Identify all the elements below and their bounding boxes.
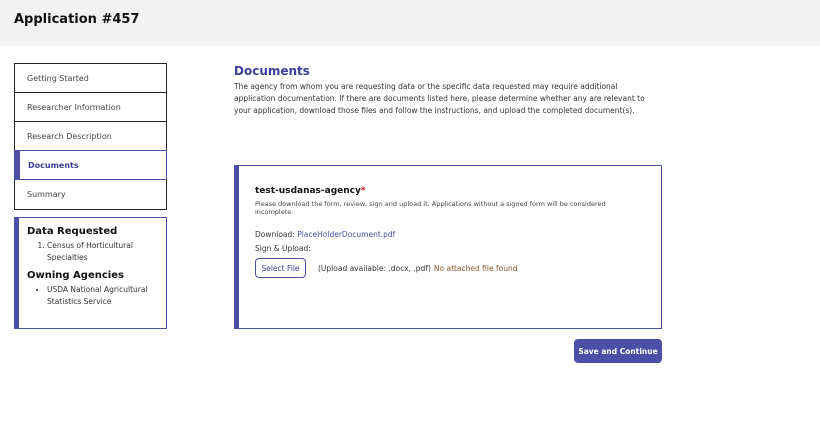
upload-row: Select File (Upload available: .docx, .p…: [255, 258, 645, 278]
documents-section: Documents The agency from whom you are r…: [234, 64, 664, 117]
required-mark: *: [360, 186, 366, 196]
nav-item-research-description[interactable]: Research Description: [15, 122, 166, 151]
data-requested-heading: Data Requested: [27, 226, 118, 237]
page-header: Application #457: [0, 0, 820, 46]
nav-item-researcher-information[interactable]: Researcher Information: [15, 93, 166, 122]
document-instructions: Please download the form, review, sign a…: [255, 200, 606, 216]
nav-item-summary[interactable]: Summary: [15, 180, 166, 209]
section-description: The agency from whom you are requesting …: [234, 82, 645, 115]
request-info-panel: Data Requested Census of Horticultural S…: [14, 217, 167, 329]
data-requested-item: Census of Horticultural Specialties: [47, 240, 158, 264]
page-title: Application #457: [14, 12, 140, 27]
save-and-continue-button[interactable]: Save and Continue: [574, 339, 662, 363]
owning-agencies-list: USDA National Agricultural Statistics Se…: [47, 284, 158, 308]
download-row: Download: PlaceHolderDocument.pdf: [255, 230, 645, 239]
select-file-button[interactable]: Select File: [255, 258, 306, 278]
document-card: test-usdanas-agency* Please download the…: [234, 165, 662, 329]
sign-upload-label: Sign & Upload:: [255, 244, 311, 253]
agency-name: test-usdanas-agency*: [255, 186, 645, 196]
file-status: No attached file found: [433, 263, 518, 273]
data-requested-list: Census of Horticultural Specialties: [47, 240, 158, 264]
upload-available-text: (Upload available: .docx, .pdf): [318, 263, 431, 273]
nav-item-documents[interactable]: Documents: [14, 150, 167, 180]
step-navigation: Getting Started Researcher Information R…: [14, 63, 167, 210]
nav-item-getting-started[interactable]: Getting Started: [15, 64, 166, 93]
section-title: Documents: [234, 64, 310, 78]
agency-label: test-usdanas-agency: [255, 186, 361, 196]
owning-agencies-heading: Owning Agencies: [27, 270, 124, 281]
download-label: Download:: [255, 230, 295, 239]
download-link[interactable]: PlaceHolderDocument.pdf: [297, 230, 395, 239]
owning-agency-item: USDA National Agricultural Statistics Se…: [47, 284, 158, 308]
